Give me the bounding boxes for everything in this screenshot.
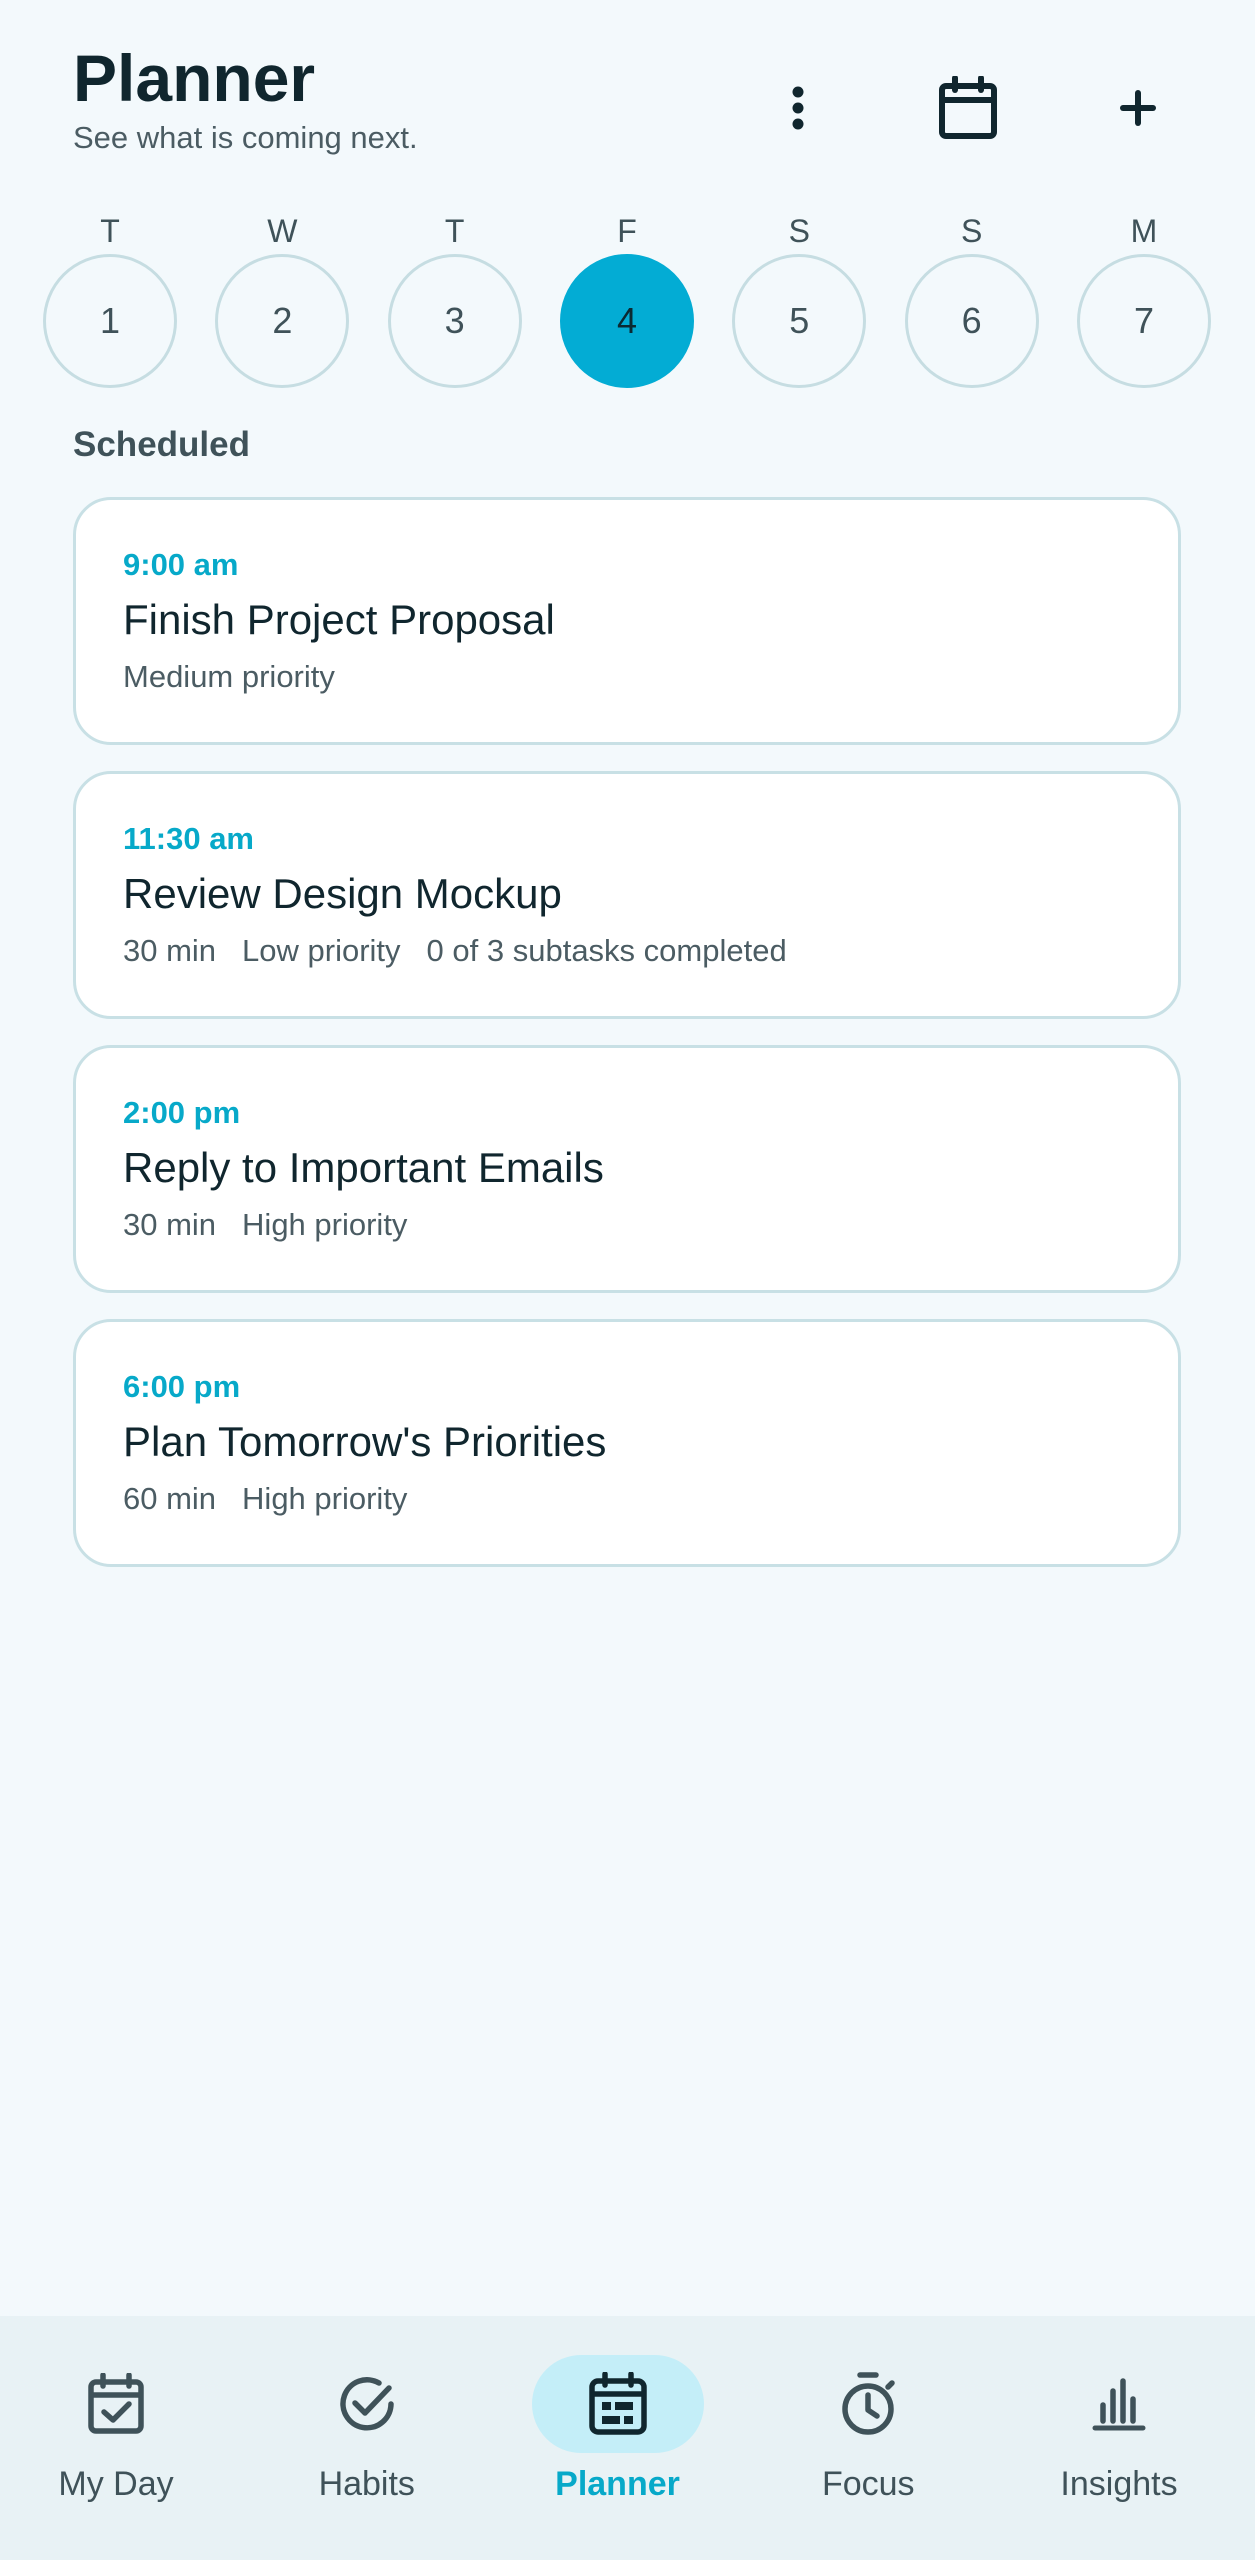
- calendar-grid-icon: [588, 2372, 647, 2435]
- nav-pill: [782, 2355, 954, 2453]
- nav-pill: [531, 2355, 704, 2453]
- task-meta: 30 min Low priority 0 of 3 subtasks comple…: [123, 931, 787, 971]
- task-title: Plan Tomorrow's Priorities: [123, 1418, 607, 1465]
- day-letter: M: [1130, 213, 1158, 249]
- task-priority: Low priority: [242, 933, 401, 968]
- task-card[interactable]: 11:30 am Review Design Mockup 30 min Low …: [73, 771, 1181, 1019]
- task-meta: Medium priority: [123, 657, 335, 697]
- day-2[interactable]: W 2: [215, 210, 350, 388]
- day-number: 3: [387, 254, 522, 388]
- day-number: 1: [43, 254, 177, 388]
- task-meta: 30 min High priority: [123, 1205, 407, 1245]
- nav-pill: [281, 2355, 453, 2453]
- nav-item-planner[interactable]: Planner: [531, 2316, 704, 2560]
- day-letter: F: [617, 213, 637, 249]
- header: Planner See what is coming next.: [73, 38, 1183, 168]
- task-title: Finish Project Proposal: [123, 596, 555, 643]
- calendar-button[interactable]: [923, 68, 1013, 148]
- day-4[interactable]: F 4: [559, 210, 694, 388]
- task-priority: Medium priority: [123, 659, 335, 694]
- day-number: 6: [904, 254, 1039, 388]
- day-letter: T: [444, 213, 465, 249]
- header-actions: [753, 68, 1183, 148]
- task-card[interactable]: 2:00 pm Reply to Important Emails 30 min…: [73, 1045, 1181, 1293]
- nav-label: Planner: [555, 2465, 680, 2503]
- week-strip: T 1 W 2 T 3 F 4 S 5 S 6 M 7: [43, 210, 1211, 388]
- add-task-button[interactable]: [1093, 68, 1183, 148]
- more-options-button[interactable]: [753, 68, 843, 148]
- day-number: 2: [215, 254, 350, 388]
- nav-item-insights[interactable]: Insights: [1033, 2316, 1205, 2560]
- task-card[interactable]: 9:00 am Finish Project Proposal Medium p…: [73, 497, 1181, 745]
- day-letter: W: [267, 213, 298, 249]
- plus-icon: [1120, 90, 1156, 126]
- day-1[interactable]: T 1: [43, 210, 177, 388]
- day-number: 4: [559, 254, 694, 388]
- nav-pill: [1033, 2355, 1205, 2453]
- calendar-icon: [939, 76, 997, 139]
- calendar-check-icon: [88, 2373, 144, 2434]
- day-7[interactable]: M 7: [1076, 210, 1211, 388]
- nav-item-habits[interactable]: Habits: [281, 2316, 453, 2560]
- nav-item-focus[interactable]: Focus: [782, 2316, 954, 2560]
- day-3[interactable]: T 3: [387, 210, 522, 388]
- day-5[interactable]: S 5: [732, 210, 867, 388]
- nav-label: Focus: [821, 2465, 915, 2503]
- day-letter: S: [788, 213, 810, 249]
- task-time: 11:30 am: [123, 821, 254, 856]
- nav-label: My Day: [58, 2465, 174, 2503]
- task-duration: 30 min: [123, 1207, 217, 1242]
- task-priority: High priority: [242, 1207, 408, 1242]
- nav-label: Insights: [1060, 2465, 1178, 2503]
- task-subtasks: 0 of 3 subtasks completed: [426, 933, 787, 968]
- day-letter: T: [100, 213, 120, 249]
- task-time: 9:00 am: [123, 547, 239, 582]
- more-vertical-icon: [792, 86, 804, 130]
- task-title: Reply to Important Emails: [123, 1144, 604, 1191]
- task-duration: 60 min: [123, 1481, 217, 1516]
- task-list: 9:00 am Finish Project Proposal Medium p…: [73, 497, 1181, 1593]
- task-time: 2:00 pm: [123, 1095, 241, 1130]
- nav-pill: [30, 2355, 202, 2453]
- nav-label: Habits: [318, 2465, 415, 2503]
- day-letter: S: [960, 213, 983, 249]
- day-number: 7: [1076, 254, 1211, 388]
- day-number: 5: [732, 254, 867, 388]
- day-6[interactable]: S 6: [904, 210, 1039, 388]
- task-duration: 30 min: [123, 933, 217, 968]
- task-card[interactable]: 6:00 pm Plan Tomorrow's Priorities 60 mi…: [73, 1319, 1181, 1567]
- task-meta: 60 min High priority: [123, 1479, 407, 1519]
- section-label-scheduled: Scheduled: [73, 425, 250, 464]
- bar-chart-icon: [1092, 2378, 1146, 2431]
- stopwatch-icon: [842, 2372, 895, 2435]
- task-priority: High priority: [242, 1481, 408, 1516]
- bottom-navigation: My Day Habits Planner Focus Insights: [0, 2316, 1255, 2560]
- task-time: 6:00 pm: [123, 1369, 241, 1404]
- check-circle-icon: [340, 2377, 394, 2431]
- nav-item-my-day[interactable]: My Day: [30, 2316, 202, 2560]
- task-title: Review Design Mockup: [123, 870, 562, 917]
